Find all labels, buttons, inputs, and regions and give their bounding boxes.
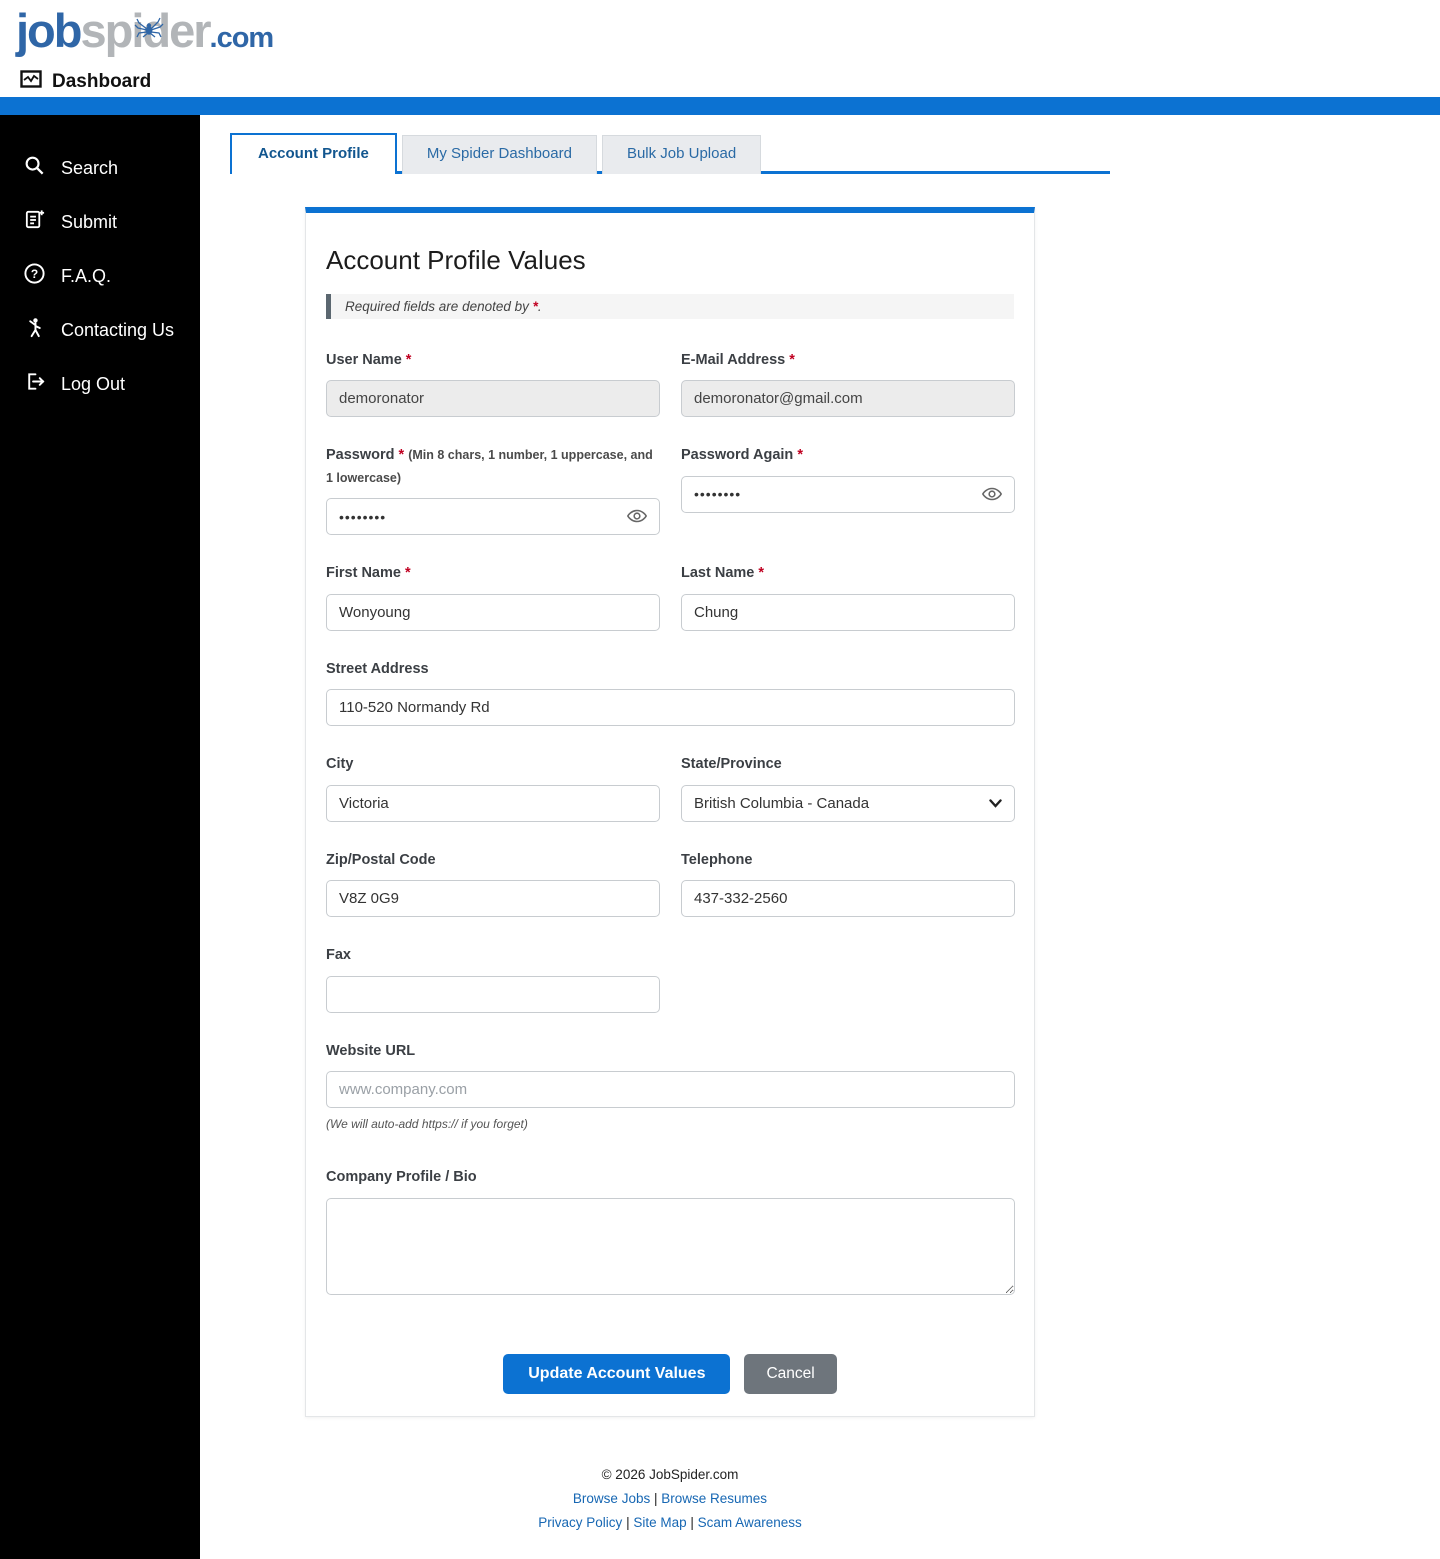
- sidebar: Search Submit ? F.A.Q. Contacting Us Log…: [0, 115, 200, 1559]
- website-url-label: Website URL: [326, 1042, 416, 1059]
- required-fields-note: Required fields are denoted by *.: [326, 294, 1014, 319]
- company-bio-label: Company Profile / Bio: [326, 1169, 477, 1186]
- zip-group: Zip/Postal Code: [326, 849, 660, 918]
- footer: © 2026 JobSpider.com Browse Jobs | Brows…: [305, 1467, 1035, 1559]
- email-group: E-Mail Address *: [681, 349, 1015, 418]
- person-waving-icon: [23, 316, 46, 344]
- logo-job-text: job: [16, 4, 82, 57]
- sidebar-item-faq[interactable]: ? F.A.Q.: [0, 249, 200, 303]
- page-title: Account Profile Values: [326, 245, 586, 275]
- state-province-selected-value: British Columbia - Canada: [694, 794, 870, 812]
- fax-field[interactable]: [326, 975, 660, 1013]
- sidebar-item-search[interactable]: Search: [0, 141, 200, 195]
- site-logo[interactable]: jobspider.com: [16, 2, 275, 72]
- sidebar-item-logout[interactable]: Log Out: [0, 357, 200, 411]
- last-name-label: Last Name *: [681, 565, 765, 582]
- telephone-field[interactable]: [681, 880, 1015, 918]
- tab-bulk-job-upload[interactable]: Bulk Job Upload: [601, 135, 762, 174]
- password-field[interactable]: [326, 498, 660, 536]
- sidebar-item-label: Contacting Us: [61, 319, 175, 340]
- zip-label: Zip/Postal Code: [326, 851, 436, 868]
- footer-link-browse-jobs[interactable]: Browse Jobs: [573, 1491, 650, 1506]
- password-again-group: Password Again *: [681, 444, 1015, 513]
- footer-link-privacy-policy[interactable]: Privacy Policy: [538, 1515, 622, 1530]
- tab-account-profile[interactable]: Account Profile: [230, 133, 397, 174]
- password-again-field[interactable]: [681, 475, 1015, 513]
- telephone-label: Telephone: [681, 851, 753, 868]
- search-icon: [23, 154, 46, 182]
- city-label: City: [326, 756, 354, 773]
- chevron-down-icon: [989, 795, 1002, 812]
- city-field[interactable]: [326, 784, 660, 822]
- spider-icon: [134, 5, 164, 63]
- state-province-select[interactable]: British Columbia - Canada: [681, 784, 1015, 822]
- zip-field[interactable]: [326, 880, 660, 918]
- email-field: [681, 380, 1015, 418]
- footer-link-browse-resumes[interactable]: Browse Resumes: [661, 1491, 767, 1506]
- password-visibility-toggle[interactable]: [626, 506, 648, 526]
- website-url-field[interactable]: [326, 1071, 1015, 1109]
- email-label: E-Mail Address *: [681, 352, 795, 368]
- fax-group: Fax: [326, 944, 660, 1013]
- sidebar-item-label: Search: [61, 157, 119, 178]
- footer-link-scam-awareness[interactable]: Scam Awareness: [698, 1515, 802, 1530]
- user-name-label: User Name *: [326, 352, 412, 368]
- dashboard-chart-icon: [20, 70, 42, 93]
- dashboard-label: Dashboard: [52, 70, 152, 92]
- telephone-group: Telephone: [681, 849, 1015, 918]
- company-bio-group: Company Profile / Bio: [326, 1166, 1015, 1299]
- first-name-label: First Name *: [326, 565, 411, 582]
- sidebar-item-label: Log Out: [61, 373, 126, 394]
- website-url-hint: (We will auto-add https:// if you forget…: [326, 1117, 528, 1132]
- last-name-field[interactable]: [681, 593, 1015, 631]
- sidebar-item-contact[interactable]: Contacting Us: [0, 303, 200, 357]
- city-group: City: [326, 753, 660, 822]
- logout-icon: [23, 370, 46, 398]
- eye-icon: [981, 487, 1003, 507]
- tab-bar: Account Profile My Spider Dashboard Bulk…: [230, 133, 1110, 174]
- update-account-values-button[interactable]: Update Account Values: [503, 1353, 731, 1394]
- last-name-group: Last Name *: [681, 562, 1015, 631]
- state-province-group: State/Province British Columbia - Canada: [681, 753, 1015, 822]
- footer-link-site-map[interactable]: Site Map: [633, 1515, 686, 1530]
- cancel-button[interactable]: Cancel: [744, 1353, 837, 1394]
- sidebar-item-submit[interactable]: Submit: [0, 195, 200, 249]
- user-name-field: [326, 380, 660, 418]
- company-bio-field[interactable]: [326, 1197, 1015, 1295]
- first-name-field[interactable]: [326, 593, 660, 631]
- sidebar-item-label: Submit: [61, 211, 118, 232]
- fax-label: Fax: [326, 947, 351, 964]
- logo-tld-text: .com: [209, 22, 275, 54]
- submit-document-icon: [23, 208, 46, 236]
- main-content: Account Profile My Spider Dashboard Bulk…: [200, 115, 1440, 1559]
- password-again-visibility-toggle[interactable]: [981, 484, 1003, 504]
- eye-icon: [626, 510, 648, 529]
- first-name-group: First Name *: [326, 562, 660, 631]
- copyright-text: © 2026 JobSpider.com: [601, 1466, 739, 1482]
- password-label: Password * (Min 8 chars, 1 number, 1 upp…: [326, 447, 653, 485]
- account-profile-card: Account Profile Values Required fields a…: [305, 207, 1035, 1417]
- state-province-label: State/Province: [681, 756, 782, 773]
- password-group: Password * (Min 8 chars, 1 number, 1 upp…: [326, 444, 660, 536]
- website-url-group: Website URL (We will auto-add https:// i…: [326, 1040, 1015, 1131]
- sidebar-item-label: F.A.Q.: [61, 265, 112, 286]
- street-address-field[interactable]: [326, 689, 1015, 727]
- question-circle-icon: ?: [23, 262, 46, 290]
- street-address-label: Street Address: [326, 660, 429, 677]
- svg-text:?: ?: [31, 267, 38, 281]
- tab-my-spider-dashboard[interactable]: My Spider Dashboard: [401, 135, 597, 174]
- accent-bar: [0, 97, 1440, 115]
- password-again-label: Password Again *: [681, 447, 803, 464]
- user-name-group: User Name *: [326, 349, 660, 418]
- street-address-group: Street Address: [326, 658, 1015, 727]
- header: jobspider.com Dashboard: [0, 0, 1440, 97]
- dashboard-heading: Dashboard: [20, 70, 151, 93]
